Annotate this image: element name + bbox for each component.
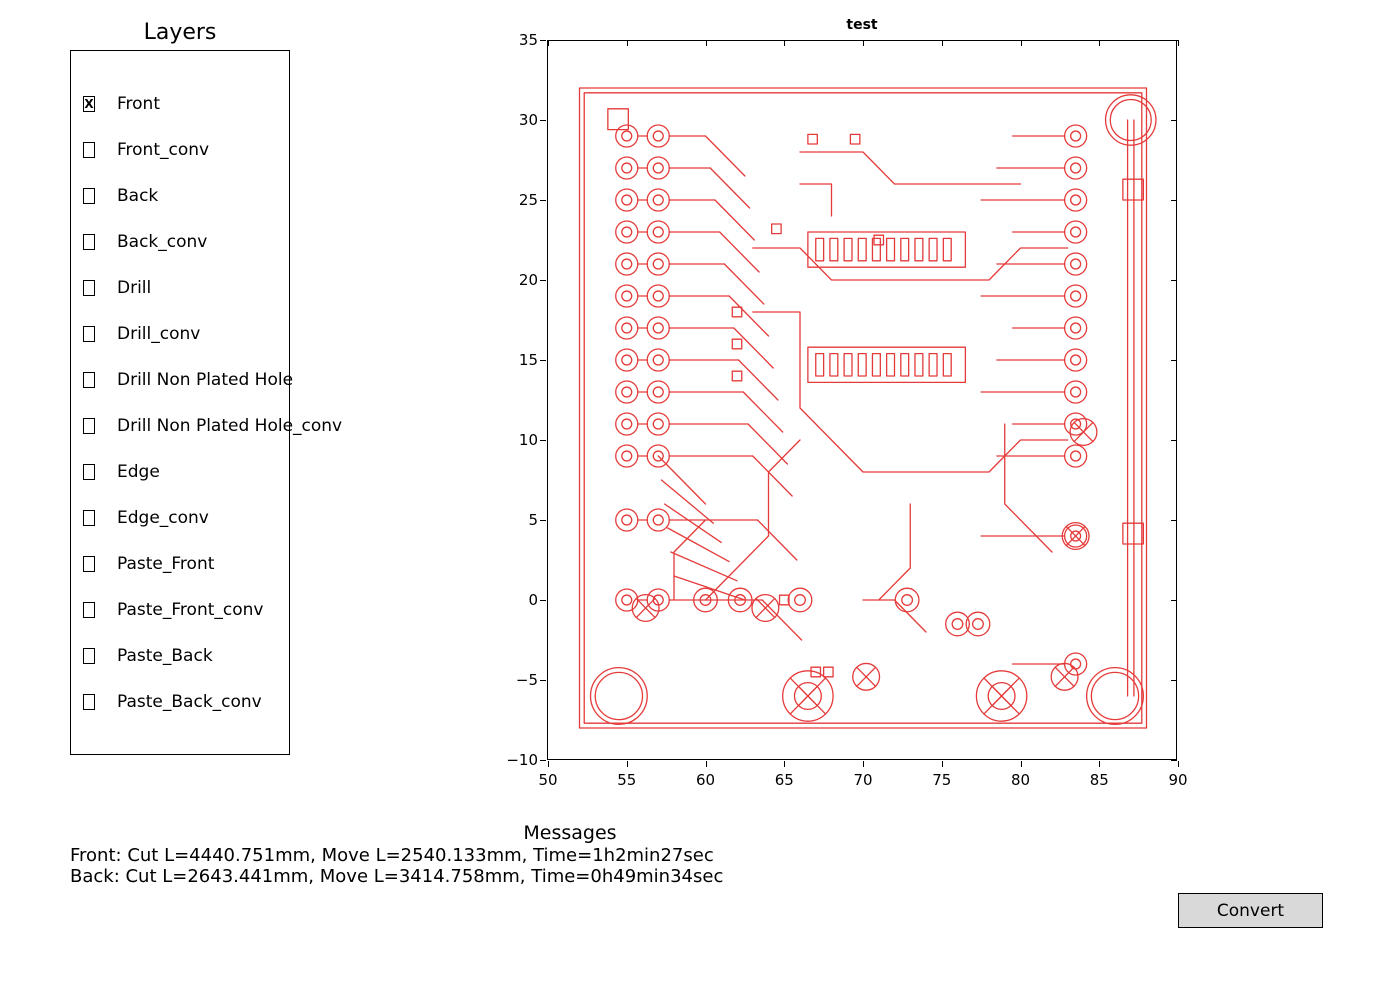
x-tick-label: 75	[922, 771, 962, 789]
message-line-front: Front: Cut L=4440.751mm, Move L=2540.133…	[70, 845, 714, 866]
layer-label: Back_conv	[117, 232, 207, 252]
layer-label: Paste_Front_conv	[117, 600, 263, 620]
layer-row[interactable]: Paste_Front_conv	[71, 587, 289, 633]
x-tick-label: 70	[843, 771, 883, 789]
layers-panel: X Front Front_conv Back Back_conv Drill Drill_…	[70, 50, 290, 755]
layer-row[interactable]: Paste_Back_conv	[71, 679, 289, 725]
x-tick	[627, 761, 628, 767]
x-tick	[1099, 761, 1100, 767]
layer-row[interactable]: Drill Non Plated Hole_conv	[71, 403, 289, 449]
layer-checkbox[interactable]	[83, 280, 95, 296]
y-tick	[1171, 760, 1177, 761]
layer-checkbox[interactable]	[83, 602, 95, 618]
layer-row[interactable]: X Front	[71, 81, 289, 127]
convert-button-label: Convert	[1217, 901, 1284, 921]
layer-checkbox[interactable]	[83, 234, 95, 250]
axis-spine	[1176, 40, 1177, 760]
x-tick-label: 90	[1158, 771, 1198, 789]
layer-row[interactable]: Paste_Back	[71, 633, 289, 679]
layer-checkbox[interactable]	[83, 464, 95, 480]
layer-label: Paste_Front	[117, 554, 214, 574]
x-tick-label: 50	[528, 771, 568, 789]
layer-checkbox[interactable]	[83, 510, 95, 526]
layer-checkbox[interactable]	[83, 694, 95, 710]
y-tick-label: 5	[488, 511, 538, 529]
layer-checkbox[interactable]	[83, 372, 95, 388]
y-tick-label: −5	[488, 671, 538, 689]
y-tick-label: 0	[488, 591, 538, 609]
y-tick	[540, 200, 546, 201]
x-tick	[942, 761, 943, 767]
x-tick-label: 85	[1079, 771, 1119, 789]
layer-checkbox[interactable]	[83, 648, 95, 664]
layer-row[interactable]: Paste_Front	[71, 541, 289, 587]
y-tick	[540, 600, 546, 601]
layer-label: Paste_Back	[117, 646, 213, 666]
x-tick	[548, 761, 549, 767]
y-tick	[540, 760, 546, 761]
y-tick	[540, 440, 546, 441]
y-tick-label: 20	[488, 271, 538, 289]
x-tick	[1178, 40, 1179, 46]
layer-checkbox[interactable]	[83, 142, 95, 158]
layer-label: Back	[117, 186, 158, 206]
x-tick-label: 65	[764, 771, 804, 789]
y-tick	[540, 280, 546, 281]
y-tick	[540, 40, 546, 41]
axis-spine	[548, 40, 1178, 41]
check-mark-icon: X	[84, 98, 93, 110]
y-tick	[540, 360, 546, 361]
message-line-back: Back: Cut L=2643.441mm, Move L=3414.758m…	[70, 866, 723, 887]
layer-label: Edge	[117, 462, 160, 482]
layer-checkbox[interactable]	[83, 418, 95, 434]
layer-row[interactable]: Drill_conv	[71, 311, 289, 357]
x-tick	[784, 761, 785, 767]
y-tick-label: −10	[488, 751, 538, 769]
layer-row[interactable]: Edge	[71, 449, 289, 495]
y-tick-label: 30	[488, 111, 538, 129]
layer-checkbox[interactable]	[83, 188, 95, 204]
x-tick	[1021, 761, 1022, 767]
layer-label: Drill	[117, 278, 151, 298]
layer-row[interactable]: Front_conv	[71, 127, 289, 173]
layer-label: Edge_conv	[117, 508, 209, 528]
layers-title: Layers	[70, 20, 290, 45]
layer-row[interactable]: Back_conv	[71, 219, 289, 265]
y-tick-label: 35	[488, 31, 538, 49]
layer-checkbox[interactable]: X	[83, 96, 95, 112]
layer-label: Front	[117, 94, 160, 114]
layer-label: Drill Non Plated Hole_conv	[117, 416, 342, 436]
layer-label: Paste_Back_conv	[117, 692, 262, 712]
layer-label: Drill_conv	[117, 324, 200, 344]
layer-row[interactable]: Back	[71, 173, 289, 219]
chart-title: test	[547, 17, 1177, 33]
y-tick	[540, 680, 546, 681]
x-tick-label: 60	[686, 771, 726, 789]
x-tick-label: 80	[1001, 771, 1041, 789]
x-tick-label: 55	[607, 771, 647, 789]
layer-row[interactable]: Edge_conv	[71, 495, 289, 541]
pcb-plot[interactable]: −10−505101520253035505560657075808590	[547, 40, 1177, 760]
x-tick	[706, 761, 707, 767]
layer-label: Drill Non Plated Hole	[117, 370, 293, 390]
y-tick	[540, 120, 546, 121]
y-tick-label: 25	[488, 191, 538, 209]
y-tick	[540, 520, 546, 521]
y-tick-label: 10	[488, 431, 538, 449]
x-tick	[1178, 761, 1179, 767]
layer-label: Front_conv	[117, 140, 209, 160]
layer-checkbox[interactable]	[83, 326, 95, 342]
layer-checkbox[interactable]	[83, 556, 95, 572]
x-tick	[863, 761, 864, 767]
layer-row[interactable]: Drill	[71, 265, 289, 311]
convert-button[interactable]: Convert	[1178, 893, 1323, 928]
y-tick-label: 15	[488, 351, 538, 369]
layer-row[interactable]: Drill Non Plated Hole	[71, 357, 289, 403]
pcb-artwork	[548, 40, 1178, 760]
messages-title: Messages	[70, 822, 1070, 844]
